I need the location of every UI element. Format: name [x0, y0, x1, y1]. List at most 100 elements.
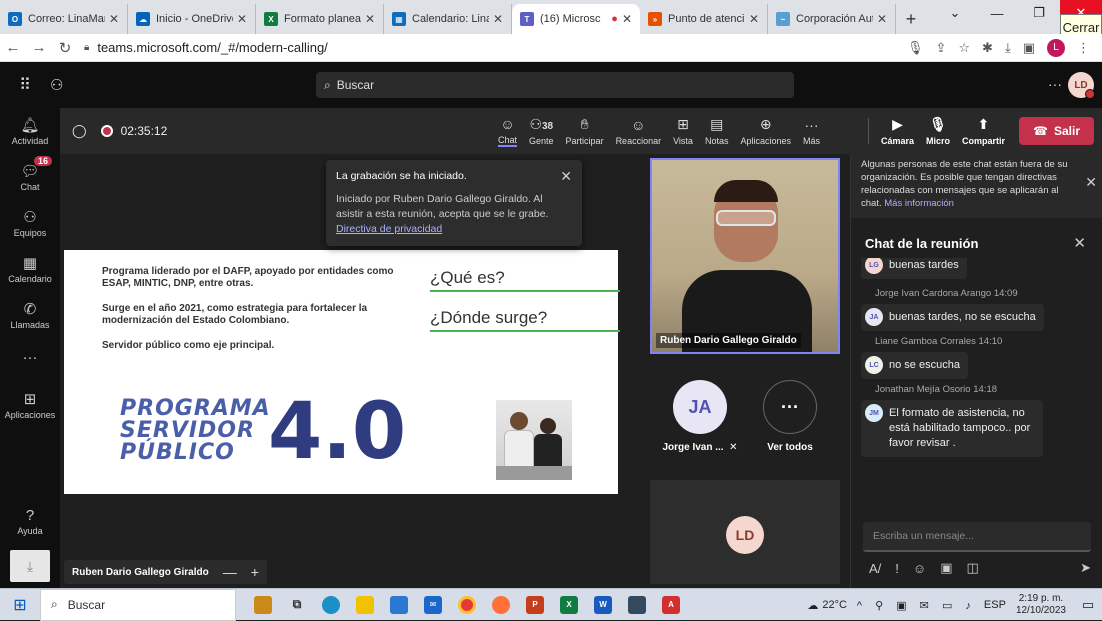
view-all-tile[interactable]: ··· Ver todos [750, 380, 830, 453]
browser-tab[interactable]: ☁ Inicio - OneDrive ✕ [128, 4, 256, 34]
browser-tab[interactable]: X Formato planeac ✕ [256, 4, 384, 34]
maximize-button[interactable]: ❐ [1018, 0, 1060, 26]
taskbar-search[interactable]: ⌕ Buscar [40, 588, 236, 621]
participant-tile[interactable]: JA Jorge Ivan ... ✕ [660, 380, 740, 453]
gif-icon[interactable]: ▣ [940, 560, 952, 576]
close-icon[interactable]: ✕ [1085, 175, 1097, 189]
more-options-icon[interactable]: ··· [1048, 76, 1062, 92]
meeting-tool-notas[interactable]: ▤ Notas [699, 108, 735, 154]
word-icon[interactable]: W [586, 589, 620, 621]
clock[interactable]: 2:19 p. m. 12/10/2023 [1016, 593, 1066, 617]
browser-tab[interactable]: » Punto de atencic ✕ [640, 4, 768, 34]
file-explorer-icon[interactable] [348, 589, 382, 621]
star-icon[interactable]: ☆ [958, 40, 970, 56]
close-tab-icon[interactable]: ✕ [622, 12, 632, 26]
emoji-icon[interactable]: ☺ [913, 561, 926, 576]
rail-item-help[interactable]: ? Ayuda [0, 498, 60, 544]
menu-icon[interactable]: ⋮ [1077, 40, 1090, 56]
rail-item-llamadas[interactable]: ✆ Llamadas [0, 292, 60, 338]
meeting-tool-reaccionar[interactable]: ☺ Reaccionar [610, 108, 668, 154]
notifications-icon[interactable]: ▭ [1074, 597, 1102, 613]
meeting-tool-vista[interactable]: ⊞ Vista [667, 108, 699, 154]
rail-item-equipos[interactable]: ⚇ Equipos [0, 200, 60, 246]
sticker-icon[interactable]: ◫ [967, 560, 979, 576]
acrobat-icon[interactable]: A [654, 589, 688, 621]
close-window-button[interactable]: ✕ Cerrar [1060, 0, 1102, 40]
chat-message[interactable]: LC no se escucha [861, 352, 968, 379]
profile-avatar[interactable]: L [1047, 38, 1065, 57]
store-icon[interactable] [382, 589, 416, 621]
browser-tab[interactable]: ▦ Calendario: Lina ✕ [384, 4, 512, 34]
url-field[interactable]: 🔒︎ teams.microsoft.com/_#/modern-calling… [84, 40, 907, 55]
search-input[interactable]: ⌕ Buscar [316, 72, 794, 98]
chat-message[interactable]: JA buenas tardes, no se escucha [861, 304, 1044, 331]
task-view-icon[interactable]: ⧉ [280, 589, 314, 621]
mail-icon[interactable]: ✉ [416, 589, 450, 621]
close-tab-icon[interactable]: ✕ [877, 12, 887, 26]
chrome-icon[interactable] [450, 589, 484, 621]
sidepanel-icon[interactable]: ▣ [1023, 40, 1035, 56]
extensions-icon[interactable]: ✱ [982, 40, 993, 56]
important-icon[interactable]: ! [895, 561, 899, 576]
meeting-tool-más[interactable]: ··· Más [797, 108, 826, 154]
zoom-in-button[interactable]: + [251, 564, 259, 580]
minimize-button[interactable]: — [976, 0, 1018, 26]
mic-icon[interactable]: 🎙︎ [907, 40, 924, 56]
powerpoint-icon[interactable]: P [518, 589, 552, 621]
shared-slide: Programa liderado por el DAFP, apoyado p… [64, 250, 620, 494]
rail-item-calendario[interactable]: ▦ Calendario [0, 246, 60, 292]
briefcase-icon[interactable] [246, 589, 280, 621]
forward-button[interactable]: → [26, 39, 52, 56]
format-icon[interactable]: A/ [869, 561, 881, 576]
firefox-icon[interactable] [484, 589, 518, 621]
zoom-out-button[interactable]: — [223, 564, 237, 580]
edge-icon[interactable] [314, 589, 348, 621]
privacy-policy-link[interactable]: Directiva de privacidad [336, 223, 442, 235]
back-button[interactable]: ← [0, 39, 26, 56]
participant-video[interactable]: Ruben Dario Gallego Giraldo [650, 158, 840, 354]
more-info-link[interactable]: Más información [884, 198, 954, 209]
meeting-tool-chat[interactable]: ☺ Chat [492, 108, 523, 154]
leave-button[interactable]: ☎ Salir [1019, 117, 1094, 145]
close-icon[interactable]: ✕ [560, 168, 572, 185]
chat-message[interactable]: LG buenas tardes [861, 258, 967, 279]
language-indicator[interactable]: ESP [984, 599, 1006, 611]
close-tab-icon[interactable]: ✕ [109, 12, 119, 26]
browser-tab[interactable]: O Correo: LinaMar ✕ [0, 4, 128, 34]
recording-dot-icon: ● [611, 13, 618, 25]
close-tab-icon[interactable]: ✕ [493, 12, 503, 26]
weather-widget[interactable]: ☁︎ 22°C [807, 599, 847, 612]
close-tab-icon[interactable]: ✕ [749, 12, 759, 26]
app-launcher-icon[interactable]: ⠿ [0, 75, 50, 95]
excel-icon[interactable]: X [552, 589, 586, 621]
rail-item-aplicaciones[interactable]: ⊞ Aplicaciones [0, 382, 60, 428]
meeting-tool-gente[interactable]: ⚇38 Gente [523, 108, 560, 154]
chevron-down-icon[interactable]: ⌄ [934, 0, 976, 26]
share-icon[interactable]: ⇪ [935, 40, 946, 56]
reload-button[interactable]: ↻ [52, 39, 78, 57]
download-icon[interactable]: ⤓ [1005, 40, 1011, 56]
browser-tab[interactable]: T (16) Microsc ● ✕ [512, 4, 640, 34]
rail-item-actividad[interactable]: 🔔︎ Actividad [0, 108, 60, 154]
new-tab-button[interactable]: + [896, 4, 926, 34]
meeting-tool-participar[interactable]: ✋︎ Participar [560, 108, 610, 154]
tray-icons[interactable]: ^ ⚲ ▣ ✉ ▭ ♪ [857, 599, 976, 612]
message-input[interactable]: Escriba un mensaje... [863, 522, 1091, 552]
user-avatar[interactable]: LD [1068, 72, 1095, 99]
chat-message[interactable]: JM El formato de asistencia, no está habi… [861, 400, 1043, 457]
browser-tab[interactable]: ~ Corporación Aut ✕ [768, 4, 896, 34]
rail-item-chat[interactable]: 💬︎ Chat 16 [0, 154, 60, 200]
close-tab-icon[interactable]: ✕ [365, 12, 375, 26]
close-tab-icon[interactable]: ✕ [237, 12, 247, 26]
download-icon[interactable]: ⤓ [10, 550, 50, 582]
app-icon[interactable] [620, 589, 654, 621]
windows-start-icon[interactable]: ⊞ [0, 595, 40, 615]
media-micro-button[interactable]: 🎙︎ Micro [920, 108, 956, 154]
rail-item-more[interactable]: ··· [0, 338, 60, 378]
meeting-tool-aplicaciones[interactable]: ⊕ Aplicaciones [734, 108, 797, 154]
self-video[interactable]: LD [650, 480, 840, 584]
close-icon[interactable]: ✕ [1073, 234, 1086, 252]
send-icon[interactable]: ➤ [1080, 560, 1091, 576]
media-compartir-button[interactable]: ⬆ Compartir [956, 108, 1011, 154]
media-cámara-button[interactable]: ▶ Cámara [875, 108, 920, 154]
